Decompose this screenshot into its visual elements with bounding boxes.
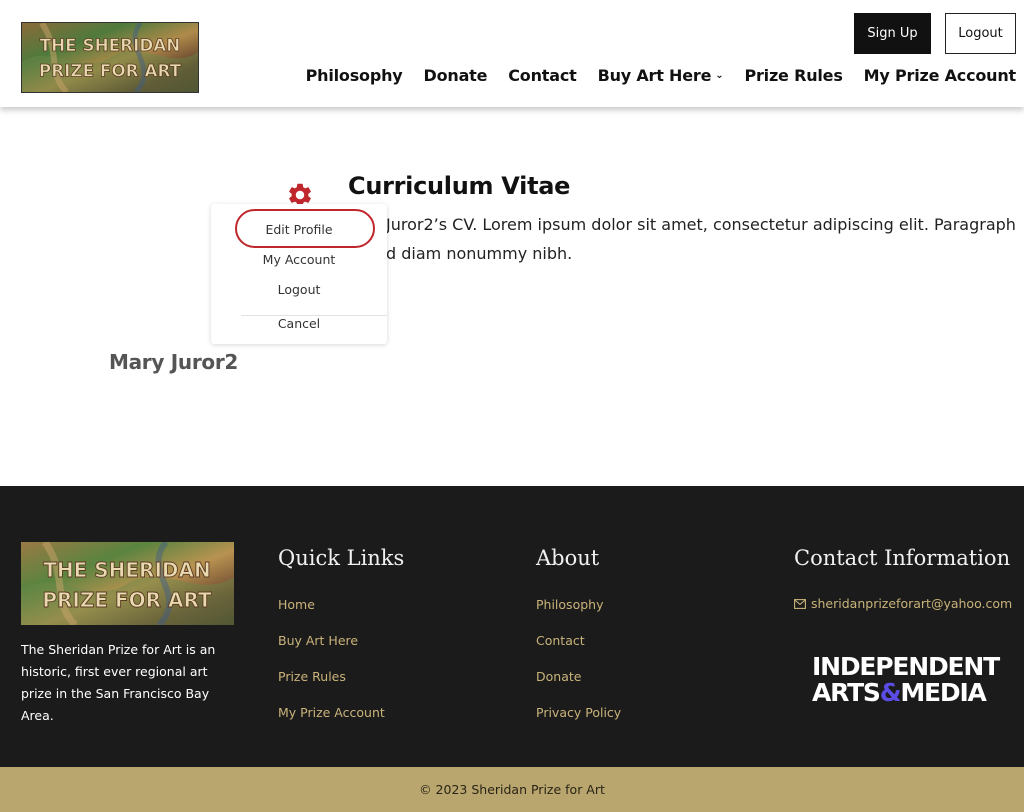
footer-description: The Sheridan Prize for Art is an histori… <box>21 642 216 723</box>
copyright-text: © 2023 Sheridan Prize for Art <box>419 782 605 797</box>
footer-link-prize-rules[interactable]: Prize Rules <box>278 669 346 684</box>
nav-donate[interactable]: Donate <box>424 66 488 85</box>
logout-button[interactable]: Logout <box>945 13 1016 54</box>
cv-text-line-1: Juror2’s CV. Lorem ipsum dolor sit amet,… <box>386 215 1016 234</box>
footer-link-donate[interactable]: Donate <box>536 669 581 684</box>
menu-item-logout[interactable]: Logout <box>211 282 387 297</box>
partner-logo-line-1: INDEPENDENT <box>812 652 1000 681</box>
partner-logo-arts: ARTS <box>812 678 881 707</box>
quick-links-heading: Quick Links <box>278 546 405 570</box>
nav-buy-art-here[interactable]: Buy Art Here ⌄ <box>598 66 724 85</box>
chevron-down-icon: ⌄ <box>715 70 724 81</box>
nav-my-prize-account[interactable]: My Prize Account <box>863 66 1017 85</box>
envelope-icon <box>794 598 806 609</box>
partner-logo-media: MEDIA <box>900 678 987 707</box>
nav-contact-label: Contact <box>508 66 577 85</box>
footer-logo[interactable]: THE SHERIDAN PRIZE FOR ART <box>21 542 234 625</box>
partner-logo-ampersand: & <box>879 678 902 707</box>
sign-up-button[interactable]: Sign Up <box>854 13 931 54</box>
site-logo[interactable]: THE SHERIDAN PRIZE FOR ART <box>21 22 199 93</box>
footer-logo-image: THE SHERIDAN PRIZE FOR ART <box>21 542 234 625</box>
footer-email-text: sheridanprizeforart@yahoo.com <box>811 596 1013 611</box>
menu-item-my-account[interactable]: My Account <box>211 252 387 267</box>
footer-link-home[interactable]: Home <box>278 597 315 612</box>
menu-item-cancel[interactable]: Cancel <box>211 316 387 331</box>
logo-image: THE SHERIDAN PRIZE FOR ART <box>22 23 198 92</box>
cv-text: Juror2’s CV. Lorem ipsum dolor sit amet,… <box>386 210 1016 268</box>
footer-link-buy-art-here[interactable]: Buy Art Here <box>278 633 358 648</box>
independent-arts-media-logo[interactable]: INDEPENDENT ARTS&MEDIA <box>812 652 1000 706</box>
nav-contact[interactable]: Contact <box>508 66 577 85</box>
logo-text-2: PRIZE FOR ART <box>39 62 182 81</box>
site-footer: THE SHERIDAN PRIZE FOR ART The Sheridan … <box>0 486 1024 767</box>
logo-text-1: THE SHERIDAN <box>40 36 181 55</box>
cv-text-line-2: d diam nonummy nibh. <box>386 244 573 263</box>
about-heading: About <box>536 546 600 570</box>
juror-name: Mary Juror2 <box>109 350 239 374</box>
nav-buy-art-label: Buy Art Here <box>597 66 712 85</box>
footer-logo-text-2: PRIZE FOR ART <box>42 588 212 612</box>
contact-heading: Contact Information <box>794 546 1011 570</box>
copyright-bar: © 2023 Sheridan Prize for Art <box>0 767 1024 812</box>
footer-link-my-prize-account[interactable]: My Prize Account <box>278 705 385 720</box>
partner-logo-line-2: ARTS&MEDIA <box>812 680 998 706</box>
nav-prize-rules[interactable]: Prize Rules <box>744 66 842 85</box>
main-nav: Philosophy Donate Contact Buy Art Here ⌄ … <box>285 66 1017 85</box>
nav-philosophy-label: Philosophy <box>305 66 403 85</box>
footer-logo-text-1: THE SHERIDAN <box>43 558 210 582</box>
nav-my-prize-account-label: My Prize Account <box>863 66 1017 85</box>
footer-link-privacy-policy[interactable]: Privacy Policy <box>536 705 621 720</box>
footer-email-link[interactable]: sheridanprizeforart@yahoo.com <box>794 596 1012 611</box>
main-content: Curriculum Vitae Juror2’s CV. Lorem ipsu… <box>0 107 1024 486</box>
page-title: Curriculum Vitae <box>348 172 571 200</box>
edit-profile-highlight <box>235 209 375 248</box>
footer-link-contact[interactable]: Contact <box>536 633 585 648</box>
site-header: THE SHERIDAN PRIZE FOR ART Sign Up Logou… <box>0 0 1024 107</box>
footer-link-philosophy[interactable]: Philosophy <box>536 597 603 612</box>
nav-donate-label: Donate <box>423 66 488 85</box>
nav-philosophy[interactable]: Philosophy <box>306 66 403 85</box>
nav-prize-rules-label: Prize Rules <box>744 66 843 85</box>
